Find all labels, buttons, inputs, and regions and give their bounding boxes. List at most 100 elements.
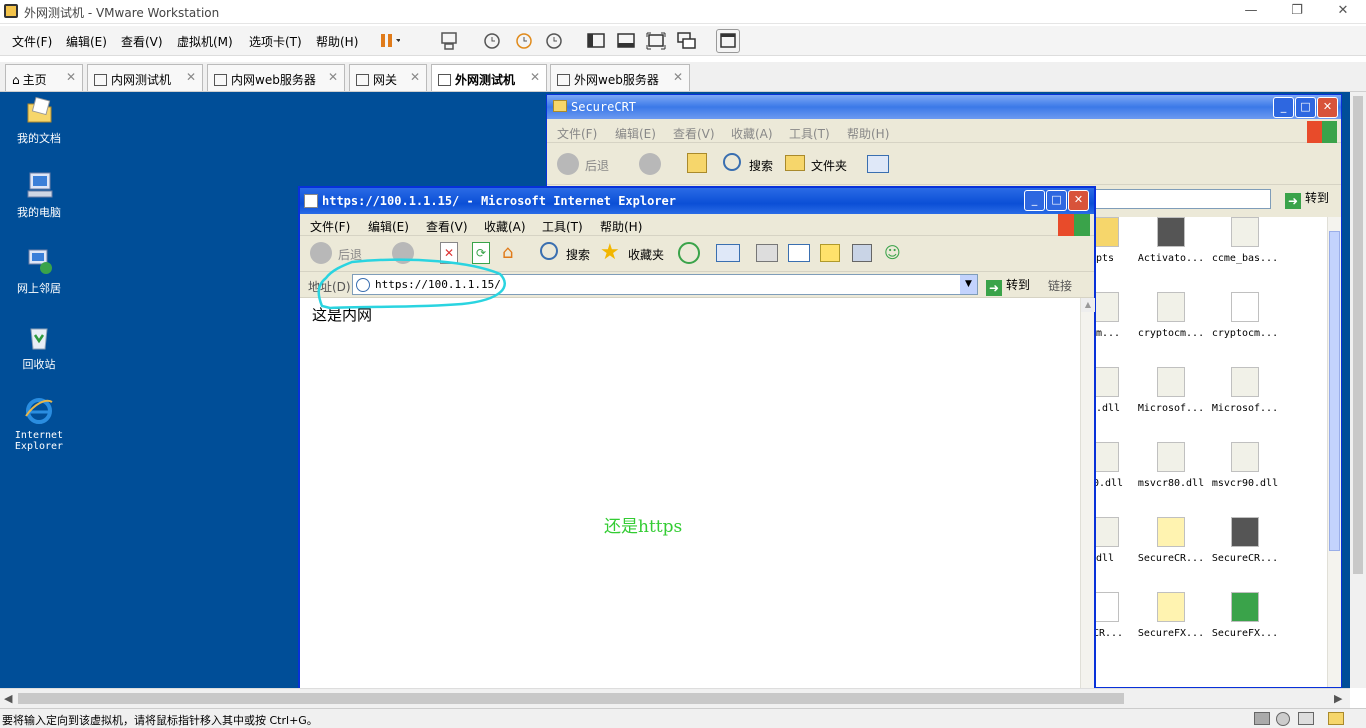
minimize-button[interactable]: — [1228, 0, 1274, 24]
guest-desktop[interactable]: 我的文档 我的电脑 网上邻居 回收站 Internet Explorer Sec… [0, 92, 1350, 688]
view-options-icon[interactable] [716, 29, 740, 53]
research-icon[interactable] [852, 244, 872, 262]
desktop-icon-network-places[interactable]: 网上邻居 [4, 246, 74, 296]
menu-view[interactable]: 查看(V) [121, 33, 163, 50]
chevron-down-icon[interactable]: ▼ [960, 275, 977, 294]
messenger-icon[interactable]: ☺ [884, 244, 906, 262]
file-item[interactable]: msvcr90.dll [1209, 442, 1281, 489]
go-button[interactable]: ➜ 转到 [986, 276, 1030, 296]
menu-tools[interactable]: 工具(T) [789, 125, 830, 142]
menu-edit[interactable]: 编辑(E) [368, 218, 409, 235]
search-icon[interactable] [540, 242, 558, 260]
links-label[interactable]: 链接 [1048, 277, 1072, 294]
tab-intranet-web[interactable]: 内网web服务器 ✕ [207, 64, 345, 91]
crt-address-dropdown[interactable] [1095, 189, 1271, 209]
file-item[interactable]: SecureFX... [1135, 592, 1207, 639]
file-item[interactable]: Activato... [1135, 217, 1207, 264]
desktop-icon-recycle-bin[interactable]: 回收站 [4, 322, 74, 372]
menu-tabs[interactable]: 选项卡(T) [249, 33, 302, 50]
views-icon[interactable] [867, 155, 889, 173]
file-item[interactable]: SecureCR... [1135, 517, 1207, 564]
pause-icon[interactable] [376, 29, 401, 53]
file-item[interactable]: cryptocm... [1135, 292, 1207, 339]
tab-extranet-web[interactable]: 外网web服务器 ✕ [550, 64, 690, 91]
minimize-button[interactable]: _ [1024, 190, 1045, 211]
scroll-up-icon[interactable]: ▲ [1081, 298, 1095, 312]
scroll-thumb[interactable] [1329, 231, 1340, 551]
menu-file[interactable]: 文件(F) [12, 33, 52, 50]
search-icon[interactable] [723, 153, 741, 171]
forward-icon[interactable] [639, 153, 661, 175]
menu-tools[interactable]: 工具(T) [542, 218, 583, 235]
restore-button[interactable]: ❐ [1274, 0, 1320, 24]
scroll-thumb[interactable] [1353, 96, 1363, 574]
scroll-left-icon[interactable]: ◀ [4, 692, 12, 705]
mail-icon[interactable] [716, 244, 740, 262]
tab-close-icon[interactable]: ✕ [410, 70, 420, 84]
menu-edit[interactable]: 编辑(E) [615, 125, 656, 142]
menu-help[interactable]: 帮助(H) [316, 33, 358, 50]
file-item[interactable]: Microsof... [1209, 367, 1281, 414]
edit-icon[interactable] [788, 244, 810, 262]
crt-vertical-scrollbar[interactable] [1327, 217, 1341, 687]
close-button[interactable]: ✕ [1317, 97, 1338, 118]
crt-go-button[interactable]: ➜ 转到 [1285, 189, 1329, 209]
scroll-right-icon[interactable]: ▶ [1334, 692, 1342, 705]
favorites-star-icon[interactable]: ★ [600, 240, 620, 265]
up-folder-icon[interactable] [687, 153, 707, 173]
menu-file[interactable]: 文件(F) [310, 218, 350, 235]
ie-title-bar[interactable]: https://100.1.1.15/ - Microsoft Internet… [300, 188, 1094, 214]
ie-page-content[interactable]: 这是内网 还是https [300, 298, 1080, 688]
tab-gateway[interactable]: 网关 ✕ [349, 64, 427, 91]
menu-vm[interactable]: 虚拟机(M) [177, 33, 233, 50]
sidebar-toggle-icon[interactable] [584, 29, 608, 53]
securecrt-title-bar[interactable]: SecureCRT _ □ ✕ [547, 95, 1341, 119]
snapshot-icon[interactable] [480, 29, 504, 53]
revert-snapshot-icon[interactable] [512, 29, 536, 53]
maximize-button[interactable]: □ [1295, 97, 1316, 118]
desktop-icon-my-computer[interactable]: 我的电脑 [4, 170, 74, 220]
favorites-label[interactable]: 收藏夹 [628, 246, 664, 263]
history-icon[interactable] [678, 242, 700, 264]
console-view-icon[interactable] [614, 29, 638, 53]
tab-close-icon[interactable]: ✕ [673, 70, 683, 84]
crt-file-list[interactable]: pts Activato... ccme_bas... cm... crypto… [1087, 217, 1327, 687]
desktop-icon-my-documents[interactable]: 我的文档 [4, 96, 74, 146]
menu-help[interactable]: 帮助(H) [600, 218, 642, 235]
host-horizontal-scrollbar[interactable]: ◀ ▶ [0, 688, 1350, 708]
send-ctrl-alt-del-icon[interactable] [438, 29, 462, 53]
scroll-thumb[interactable] [18, 693, 1124, 704]
menu-help[interactable]: 帮助(H) [847, 125, 889, 142]
snapshot-manager-icon[interactable] [542, 29, 566, 53]
file-item[interactable]: ccme_bas... [1209, 217, 1281, 264]
file-item[interactable]: cryptocm... [1209, 292, 1281, 339]
menu-edit[interactable]: 编辑(E) [66, 33, 107, 50]
tab-close-icon[interactable]: ✕ [328, 70, 338, 84]
internet-explorer-window[interactable]: https://100.1.1.15/ - Microsoft Internet… [298, 186, 1096, 688]
tab-extranet-test[interactable]: 外网测试机 ✕ [431, 64, 547, 91]
menu-file[interactable]: 文件(F) [557, 125, 597, 142]
tab-close-icon[interactable]: ✕ [530, 70, 540, 84]
message-icon[interactable] [1328, 712, 1344, 725]
unity-icon[interactable] [674, 29, 698, 53]
ie-vertical-scrollbar[interactable]: ▲ [1080, 298, 1095, 688]
search-label[interactable]: 搜索 [566, 246, 590, 263]
file-item[interactable]: SecureCR... [1209, 517, 1281, 564]
host-vertical-scrollbar[interactable] [1350, 92, 1366, 688]
back-icon[interactable] [557, 153, 579, 175]
menu-favorites[interactable]: 收藏(A) [484, 218, 526, 235]
desktop-icon-internet-explorer[interactable]: Internet Explorer [4, 396, 74, 452]
menu-favorites[interactable]: 收藏(A) [731, 125, 773, 142]
fullscreen-icon[interactable] [644, 29, 668, 53]
menu-view[interactable]: 查看(V) [426, 218, 468, 235]
search-label[interactable]: 搜索 [749, 157, 773, 174]
menu-view[interactable]: 查看(V) [673, 125, 715, 142]
back-label[interactable]: 后退 [585, 157, 609, 174]
tab-home[interactable]: ⌂ 主页 ✕ [5, 64, 83, 91]
tab-intranet-test[interactable]: 内网测试机 ✕ [87, 64, 203, 91]
close-button[interactable]: ✕ [1068, 190, 1089, 211]
print-icon[interactable] [756, 244, 778, 262]
tab-close-icon[interactable]: ✕ [66, 70, 76, 84]
file-item[interactable]: SecureFX... [1209, 592, 1281, 639]
folders-label[interactable]: 文件夹 [811, 157, 847, 174]
